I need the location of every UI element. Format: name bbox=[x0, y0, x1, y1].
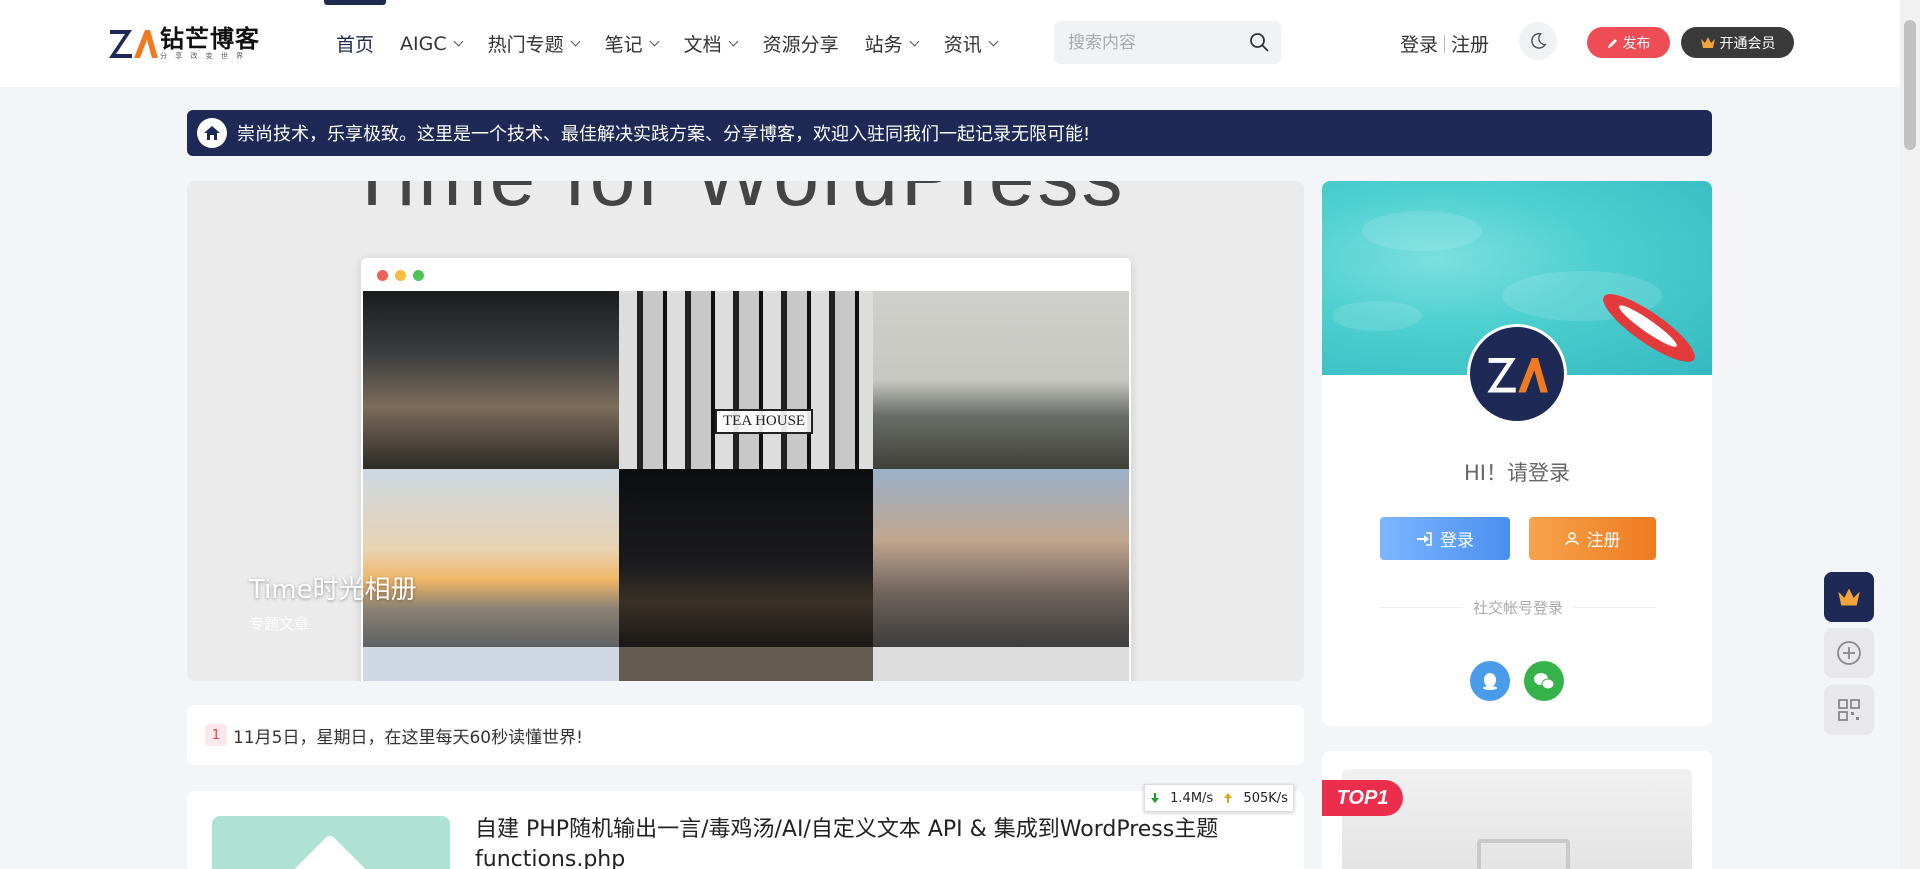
network-speed-widget: 1.4M/s 505K/s bbox=[1144, 784, 1294, 812]
nav-item-news[interactable]: 资讯 bbox=[944, 0, 999, 87]
search-box bbox=[1054, 21, 1281, 64]
wechat-icon bbox=[1534, 673, 1555, 690]
qrcode-icon bbox=[1838, 699, 1860, 721]
slider-background-text: Time for WordPress bbox=[347, 181, 1125, 225]
nav-item-resources[interactable]: 资源分享 bbox=[763, 0, 839, 87]
notice-text: 崇尚技术，乐享极致。这里是一个技术、最佳解决实践方案、分享博客，欢迎入驻同我们一… bbox=[237, 124, 1091, 145]
nav-item-notes[interactable]: 笔记 bbox=[605, 0, 660, 87]
qrcode-float-button[interactable] bbox=[1824, 685, 1874, 735]
vip-button[interactable]: 开通会员 bbox=[1681, 27, 1794, 58]
slider-category[interactable]: 专题文章 bbox=[249, 613, 309, 634]
photo bbox=[873, 647, 1129, 681]
photo bbox=[619, 647, 873, 681]
register-button[interactable]: 注册 bbox=[1529, 517, 1656, 560]
download-speed: 1.4M/s bbox=[1170, 790, 1214, 806]
divider bbox=[1444, 34, 1446, 53]
photo bbox=[873, 469, 1129, 647]
nav-item-home[interactable]: 首页 bbox=[323, 0, 387, 87]
home-icon bbox=[197, 118, 227, 148]
post-thumbnail[interactable] bbox=[212, 816, 450, 869]
logo-mark-icon bbox=[108, 26, 158, 60]
window-dots bbox=[377, 270, 424, 281]
main-nav: 首页 AIGC 热门专题 笔记 文档 资源分享 站务 资讯 bbox=[323, 0, 1023, 87]
top1-badge: TOP1 bbox=[1322, 780, 1403, 816]
news-index-badge: 1 bbox=[205, 724, 227, 746]
arrow-down-icon bbox=[1151, 793, 1160, 803]
scrollbar-thumb[interactable] bbox=[1904, 20, 1916, 150]
photo bbox=[363, 291, 619, 469]
login-button[interactable]: 登录 bbox=[1380, 517, 1510, 560]
chevron-down-icon bbox=[909, 36, 920, 47]
photo bbox=[619, 469, 873, 647]
crown-icon bbox=[1838, 588, 1860, 606]
user-icon bbox=[1564, 531, 1579, 545]
news-text: 11月5日，星期日，在这里每天60秒读懂世界! bbox=[233, 727, 583, 748]
vip-float-button[interactable] bbox=[1824, 572, 1874, 622]
logo-mark-icon bbox=[1487, 357, 1548, 393]
auth-links: 登录 注册 bbox=[1400, 30, 1489, 57]
qq-icon bbox=[1483, 673, 1497, 690]
logo-slogan: 分 享 改 变 世 界 bbox=[160, 52, 247, 60]
social-login-divider: 社交帐号登录 bbox=[1380, 597, 1656, 618]
publish-button[interactable]: 发布 bbox=[1587, 27, 1670, 58]
wechat-login-button[interactable] bbox=[1524, 661, 1564, 701]
user-login-card: HI！请登录 登录 注册 社交帐号登录 bbox=[1322, 181, 1712, 726]
nav-item-docs[interactable]: 文档 bbox=[684, 0, 739, 87]
slider-image: TEA HOUSE bbox=[361, 258, 1131, 681]
site-header: 钻芒博客 分 享 改 变 世 界 首页 AIGC 热门专题 笔记 文档 资源分享… bbox=[0, 0, 1900, 87]
chevron-down-icon bbox=[988, 36, 999, 47]
pencil-icon bbox=[1607, 38, 1617, 48]
dark-mode-toggle[interactable] bbox=[1519, 22, 1557, 60]
qq-login-button[interactable] bbox=[1470, 661, 1510, 701]
featured-slider[interactable]: Time for WordPress TEA HOUSE Time时光相册 专题… bbox=[187, 181, 1304, 681]
crown-icon bbox=[1700, 37, 1715, 48]
notice-bar: 崇尚技术，乐享极致。这里是一个技术、最佳解决实践方案、分享博客，欢迎入驻同我们一… bbox=[187, 110, 1712, 156]
sign-text: TEA HOUSE bbox=[715, 409, 814, 434]
nav-item-site[interactable]: 站务 bbox=[865, 0, 920, 87]
photo: TEA HOUSE bbox=[619, 291, 873, 469]
moon-icon bbox=[1531, 32, 1547, 49]
register-link[interactable]: 注册 bbox=[1451, 30, 1489, 57]
slider-title[interactable]: Time时光相册 bbox=[249, 569, 417, 606]
chevron-down-icon bbox=[570, 36, 581, 47]
arrow-up-icon bbox=[1224, 793, 1233, 803]
add-float-button[interactable] bbox=[1824, 628, 1874, 678]
nav-item-topics[interactable]: 热门专题 bbox=[488, 0, 581, 87]
chevron-down-icon bbox=[649, 36, 660, 47]
avatar[interactable] bbox=[1467, 324, 1567, 424]
daily-news-bar[interactable]: 1 11月5日，星期日，在这里每天60秒读懂世界! bbox=[187, 705, 1304, 765]
plus-circle-icon bbox=[1837, 641, 1861, 665]
login-greeting: HI！请登录 bbox=[1464, 461, 1570, 485]
chevron-down-icon bbox=[728, 36, 739, 47]
post-card[interactable]: 自建 PHP随机输出一言/毒鸡汤/AI/自定义文本 API & 集成到WordP… bbox=[187, 791, 1304, 869]
photo bbox=[873, 291, 1129, 469]
sign-in-icon bbox=[1417, 531, 1432, 546]
search-icon[interactable] bbox=[1249, 32, 1269, 52]
photo bbox=[363, 469, 619, 647]
photo bbox=[363, 647, 619, 681]
upload-speed: 505K/s bbox=[1243, 790, 1288, 806]
chevron-down-icon bbox=[453, 36, 464, 47]
page-scrollbar[interactable] bbox=[1900, 0, 1920, 869]
nav-item-aigc[interactable]: AIGC bbox=[400, 0, 464, 87]
search-input[interactable] bbox=[1068, 32, 1238, 53]
site-logo[interactable]: 钻芒博客 分 享 改 变 世 界 bbox=[108, 26, 260, 60]
post-title[interactable]: 自建 PHP随机输出一言/毒鸡汤/AI/自定义文本 API & 集成到WordP… bbox=[475, 815, 1255, 869]
login-link[interactable]: 登录 bbox=[1400, 30, 1438, 57]
logo-name: 钻芒博客 bbox=[160, 25, 260, 53]
